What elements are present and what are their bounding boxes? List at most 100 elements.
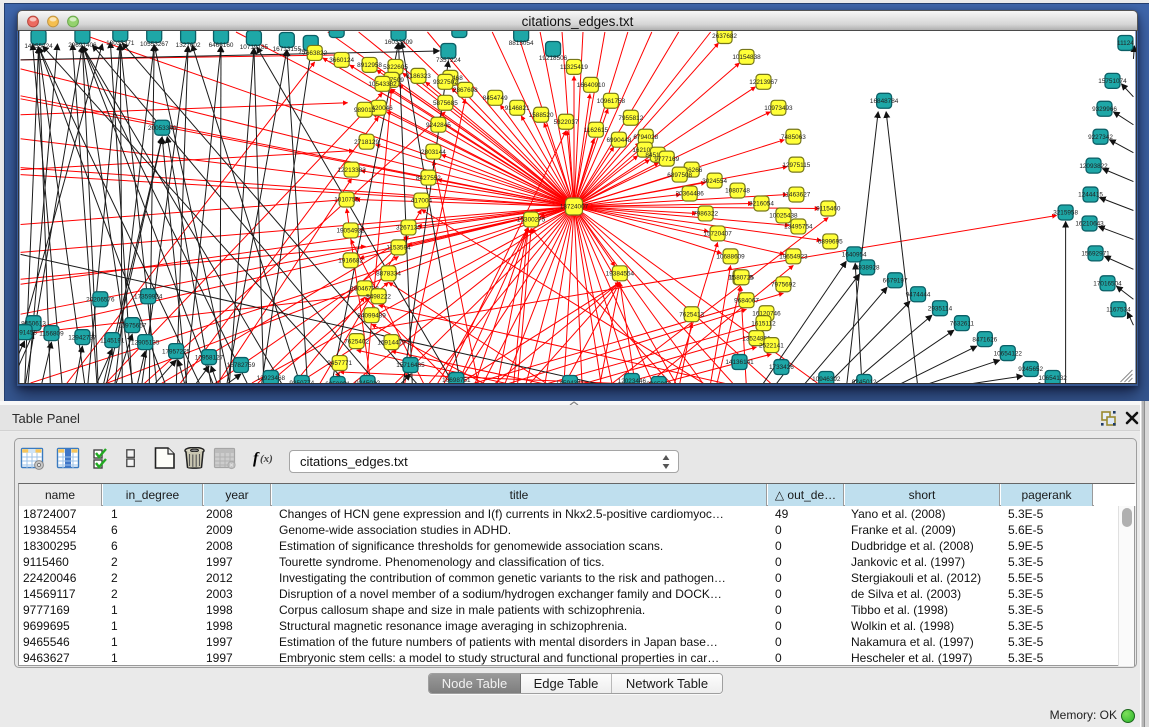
svg-text:12213383: 12213383: [337, 167, 366, 174]
svg-text:9777169: 9777169: [654, 156, 679, 163]
svg-text:1156809: 1156809: [39, 330, 64, 337]
svg-text:7357224: 7357224: [436, 57, 461, 64]
svg-text:5322605: 5322605: [383, 64, 408, 71]
svg-text:7975692: 7975692: [771, 281, 796, 288]
svg-text:10958127: 10958127: [195, 354, 224, 361]
svg-text:9327502: 9327502: [433, 79, 458, 86]
svg-text:12923468: 12923468: [257, 375, 286, 382]
svg-text:2718129: 2718129: [354, 139, 379, 146]
svg-text:9245652: 9245652: [1018, 366, 1043, 373]
svg-text:989013: 989013: [354, 107, 376, 114]
svg-text:20364486: 20364486: [675, 191, 704, 198]
svg-text:9457771: 9457771: [327, 360, 352, 367]
svg-text:1010755: 1010755: [334, 197, 359, 204]
svg-text:10698751: 10698751: [442, 377, 471, 384]
svg-text:7632611: 7632611: [950, 320, 975, 327]
svg-text:6899695: 6899695: [818, 239, 843, 246]
svg-text:18724007: 18724007: [560, 204, 589, 211]
svg-text:17359924: 17359924: [134, 293, 163, 300]
svg-text:16782759: 16782759: [227, 362, 256, 369]
svg-text:10553267: 10553267: [140, 41, 169, 48]
svg-text:417004: 417004: [411, 198, 433, 205]
svg-text:8878334: 8878334: [376, 271, 401, 278]
svg-text:8427552: 8427552: [416, 175, 441, 182]
svg-text:10154838: 10154838: [732, 54, 761, 61]
svg-text:(x): (x): [260, 453, 273, 465]
svg-text:10946392: 10946392: [812, 376, 841, 383]
svg-text:3215958: 3215958: [1053, 210, 1078, 217]
svg-text:11325419: 11325419: [560, 64, 588, 71]
svg-text:3216054: 3216054: [749, 201, 774, 208]
svg-text:8471626: 8471626: [972, 336, 997, 343]
svg-text:8938928: 8938928: [855, 265, 880, 272]
svg-text:1244415: 1244415: [1078, 192, 1103, 199]
svg-text:19218506: 19218506: [539, 55, 568, 62]
svg-text:1580725: 1580725: [729, 274, 754, 281]
svg-text:20053346: 20053346: [148, 125, 177, 132]
svg-text:9115460: 9115460: [816, 206, 841, 213]
svg-text:15720407: 15720407: [703, 231, 732, 238]
svg-text:3024554: 3024554: [702, 178, 727, 185]
svg-text:19384554: 19384554: [606, 271, 635, 278]
svg-text:9227342: 9227342: [1088, 134, 1113, 141]
svg-text:19654923: 19654923: [779, 254, 808, 261]
svg-text:6897508: 6897508: [667, 172, 692, 179]
svg-text:10961758: 10961758: [597, 98, 626, 105]
svg-text:10654132: 10654132: [1038, 375, 1067, 382]
svg-text:84099489: 84099489: [357, 312, 386, 319]
svg-text:8186323: 8186323: [406, 73, 431, 80]
svg-text:15692971: 15692971: [1081, 251, 1110, 258]
svg-text:5875685: 5875685: [433, 100, 458, 107]
svg-text:18035371: 18035371: [106, 40, 135, 47]
svg-text:14055724: 14055724: [24, 43, 53, 50]
svg-text:12023446: 12023446: [618, 378, 647, 384]
svg-text:3660124: 3660124: [329, 57, 354, 64]
svg-text:10975657: 10975657: [118, 322, 147, 329]
svg-text:6050951: 6050951: [325, 381, 350, 384]
svg-text:6990448: 6990448: [606, 137, 631, 144]
svg-text:12905135: 12905135: [131, 339, 160, 346]
svg-text:2867608: 2867608: [453, 87, 478, 94]
svg-text:17957225: 17957225: [162, 348, 191, 355]
svg-text:16640910: 16640910: [577, 82, 606, 89]
svg-text:7955812: 7955812: [618, 115, 643, 122]
svg-text:13495754: 13495754: [784, 224, 813, 231]
svg-text:10688609: 10688609: [716, 254, 745, 261]
svg-text:20206576: 20206576: [86, 296, 115, 303]
svg-text:10654122: 10654122: [994, 350, 1023, 357]
svg-text:1162615: 1162615: [584, 127, 609, 134]
svg-text:6794028: 6794028: [633, 134, 658, 141]
svg-text:1733426: 1733426: [769, 364, 794, 371]
svg-text:16210643: 16210643: [1075, 221, 1104, 228]
svg-text:9474444: 9474444: [906, 291, 931, 298]
svg-text:8912958: 8912958: [357, 62, 382, 69]
svg-text:2522141: 2522141: [759, 342, 784, 349]
svg-text:16914479: 16914479: [377, 339, 406, 346]
svg-text:2803144: 2803144: [421, 149, 446, 156]
svg-text:9242845: 9242845: [426, 122, 451, 129]
svg-text:14136141: 14136141: [725, 359, 754, 366]
svg-text:11124: 11124: [1117, 40, 1134, 47]
svg-text:9350774: 9350774: [289, 380, 314, 384]
svg-text:12942737: 12942737: [68, 334, 97, 341]
svg-text:7625402: 7625402: [344, 338, 369, 345]
svg-text:15716485: 15716485: [396, 362, 425, 369]
svg-text:7663822: 7663822: [302, 50, 327, 57]
svg-text:1916682: 1916682: [338, 258, 363, 265]
svg-text:12093822: 12093822: [1079, 163, 1108, 170]
svg-text:16848784: 16848784: [870, 98, 899, 105]
svg-text:19054935: 19054935: [336, 228, 365, 235]
svg-text:5322037: 5322037: [554, 119, 579, 126]
svg-text:16713155: 16713155: [273, 46, 302, 53]
svg-text:9245012: 9245012: [852, 379, 877, 384]
svg-text:15751074: 15751074: [1098, 78, 1127, 85]
svg-text:9146821: 9146821: [505, 105, 530, 112]
svg-text:10973493: 10973493: [764, 105, 793, 112]
svg-text:6679197: 6679197: [883, 277, 908, 284]
svg-text:10719185: 10719185: [240, 44, 269, 51]
svg-text:12975115: 12975115: [782, 162, 810, 169]
svg-text:1145191: 1145191: [100, 337, 125, 344]
svg-text:1391453: 1391453: [18, 329, 37, 336]
svg-text:12213967: 12213967: [749, 79, 778, 86]
svg-text:15300275: 15300275: [517, 217, 546, 224]
